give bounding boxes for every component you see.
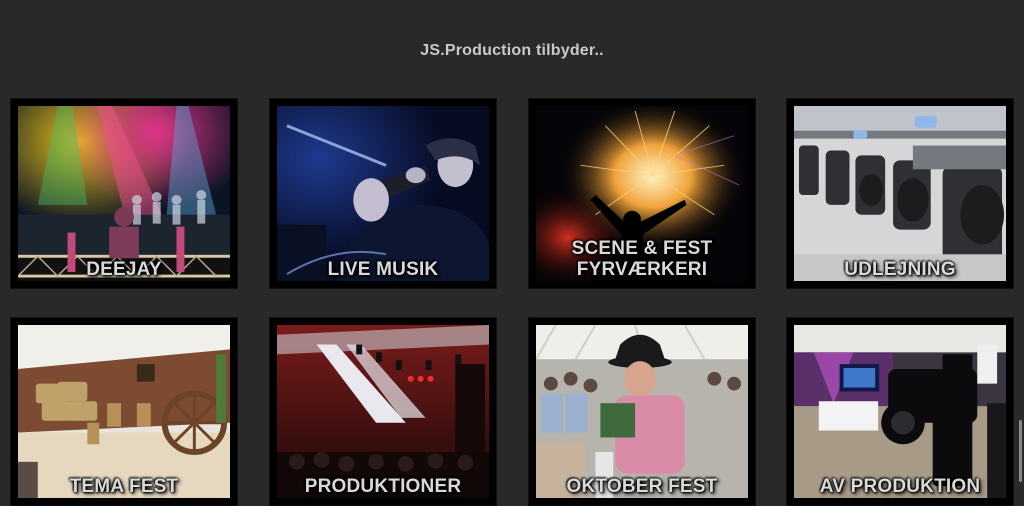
tile-deejay[interactable]: DEEJAY bbox=[10, 98, 238, 289]
vertical-scrollbar[interactable] bbox=[1019, 420, 1022, 482]
tile-udlejning[interactable]: UDLEJNING bbox=[786, 98, 1014, 289]
page: JS.Production tilbyder.. DEEJAY LIVE MUS… bbox=[0, 0, 1024, 506]
tile-tema-fest[interactable]: TEMA FEST bbox=[10, 317, 238, 506]
tile-caption-line: UDLEJNING bbox=[844, 259, 956, 280]
tile-produktioner[interactable]: PRODUKTIONER bbox=[269, 317, 497, 506]
tile-caption: DEEJAY bbox=[18, 259, 230, 280]
tile-caption: UDLEJNING bbox=[794, 259, 1006, 280]
tile-caption-line: TEMA FEST bbox=[69, 476, 179, 497]
tile-oktober-fest[interactable]: OKTOBER FEST bbox=[528, 317, 756, 506]
tile-caption: AV PRODUKTION bbox=[794, 476, 1006, 497]
tile-av-produktion[interactable]: AV PRODUKTION bbox=[786, 317, 1014, 506]
tile-caption-line: DEEJAY bbox=[86, 259, 162, 280]
tile-caption-line: SCENE & FEST bbox=[571, 238, 713, 259]
tile-caption-line: OKTOBER FEST bbox=[566, 476, 718, 497]
tile-caption: OKTOBER FEST bbox=[536, 476, 748, 497]
tile-caption: PRODUKTIONER bbox=[277, 476, 489, 497]
tile-caption-line: AV PRODUKTION bbox=[819, 476, 981, 497]
tile-caption-line: LIVE MUSIK bbox=[327, 259, 439, 280]
tile-scene-fest-fyrvaerkeri[interactable]: SCENE & FEST FYRVÆRKERI bbox=[528, 98, 756, 289]
av-camera-photo bbox=[794, 325, 1006, 498]
tile-caption: LIVE MUSIK bbox=[277, 259, 489, 280]
stage-production-photo bbox=[277, 325, 489, 498]
tile-live-musik[interactable]: LIVE MUSIK bbox=[269, 98, 497, 289]
western-theme-party-photo bbox=[18, 325, 230, 498]
tile-caption-line: PRODUKTIONER bbox=[304, 476, 462, 497]
tile-caption-line: FYRVÆRKERI bbox=[576, 259, 708, 280]
moving-head-lights-photo bbox=[794, 106, 1006, 281]
tile-caption: SCENE & FEST FYRVÆRKERI bbox=[536, 238, 748, 280]
oktoberfest-photo bbox=[536, 325, 748, 498]
dj-stage-lights-photo bbox=[18, 106, 230, 281]
tile-caption: TEMA FEST bbox=[18, 476, 230, 497]
page-heading: JS.Production tilbyder.. bbox=[420, 42, 604, 59]
saxophone-player-photo bbox=[277, 106, 489, 281]
